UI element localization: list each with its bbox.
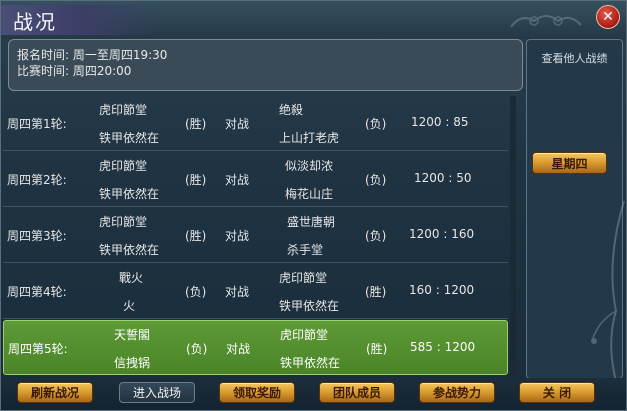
versus-label: 对战 <box>226 342 251 356</box>
left-result: (胜) <box>185 229 207 243</box>
match-score: 1200 : 160 <box>409 227 475 241</box>
match-score: 1200 : 50 <box>414 171 472 185</box>
left-team-name: 虎印節堂 <box>99 215 148 229</box>
bottom-action-bar: 刷新战况 进入战场 领取奖励 团队成员 参战势力 关 闭 <box>1 378 626 410</box>
cloud-ornament-icon <box>510 15 582 28</box>
round-label: 周四第3轮: <box>7 229 67 243</box>
left-team-leader: 信拽锅 <box>114 356 151 370</box>
day-thursday-button[interactable]: 星期四 <box>532 152 607 174</box>
claim-reward-button[interactable]: 领取奖励 <box>219 382 295 403</box>
right-team-leader: 杀手堂 <box>287 243 324 257</box>
plum-branch-decoration-icon <box>591 201 625 401</box>
right-team-name: 盛世唐朝 <box>287 215 336 229</box>
table-row[interactable]: 周四第3轮: 虎印節堂 铁甲依然在 (胜) 对战 盛世唐朝 杀手堂 (负) 12… <box>3 208 508 263</box>
table-row[interactable]: 周四第2轮: 虎印節堂 铁甲依然在 (胜) 对战 似淡却浓 梅花山庄 (负) 1… <box>3 152 508 207</box>
close-icon[interactable]: ✕ <box>596 5 620 29</box>
right-team-name: 绝殺 <box>279 103 304 117</box>
match-score: 160 : 1200 <box>409 283 475 297</box>
match-time-text: 比赛时间: 周四20:00 <box>17 64 132 78</box>
right-team-leader: 梅花山庄 <box>285 187 334 201</box>
table-row[interactable]: 周四第1轮: 虎印節堂 铁甲依然在 (胜) 对战 绝殺 上山打老虎 (负) 12… <box>3 96 508 151</box>
versus-label: 对战 <box>225 285 250 299</box>
window-title: 战况 <box>13 10 57 34</box>
right-result: (负) <box>365 173 387 187</box>
schedule-info-panel: 报名时间: 周一至周四19:30 比赛时间: 周四20:00 <box>8 39 523 91</box>
left-team-name: 天誓閣 <box>114 328 151 342</box>
enter-battlefield-button[interactable]: 进入战场 <box>119 382 195 403</box>
signup-time-text: 报名时间: 周一至周四19:30 <box>17 48 168 62</box>
left-team-name: 戰火 <box>119 271 144 285</box>
versus-label: 对战 <box>225 117 250 131</box>
title-bar: 战况 ✕ <box>1 1 626 39</box>
left-result: (负) <box>185 285 207 299</box>
round-label: 周四第4轮: <box>7 285 67 299</box>
match-score: 585 : 1200 <box>410 340 476 354</box>
right-team-leader: 铁甲依然在 <box>279 299 340 313</box>
scrollbar[interactable] <box>510 96 516 376</box>
view-others-record-link[interactable]: 查看他人战绩 <box>527 50 622 66</box>
left-team-leader: 铁甲依然在 <box>99 131 160 145</box>
right-team-name: 似淡却浓 <box>285 159 334 173</box>
table-row[interactable]: 周四第4轮: 戰火 火 (负) 对战 虎印節堂 铁甲依然在 (胜) 160 : … <box>3 264 508 319</box>
left-team-leader: 铁甲依然在 <box>99 243 160 257</box>
participating-factions-button[interactable]: 参战势力 <box>419 382 495 403</box>
right-result: (胜) <box>366 342 388 356</box>
match-score: 1200 : 85 <box>411 115 469 129</box>
refresh-status-button[interactable]: 刷新战况 <box>17 382 93 403</box>
left-result: (胜) <box>185 173 207 187</box>
left-team-leader: 火 <box>123 299 136 313</box>
match-list: 周四第1轮: 虎印節堂 铁甲依然在 (胜) 对战 绝殺 上山打老虎 (负) 12… <box>3 96 508 376</box>
right-team-leader: 铁甲依然在 <box>280 356 341 370</box>
round-label: 周四第1轮: <box>7 117 67 131</box>
team-members-button[interactable]: 团队成员 <box>319 382 395 403</box>
round-label: 周四第5轮: <box>8 342 68 356</box>
right-result: (负) <box>365 117 387 131</box>
round-label: 周四第2轮: <box>7 173 67 187</box>
table-row-highlighted[interactable]: 周四第5轮: 天誓閣 信拽锅 (负) 对战 虎印節堂 铁甲依然在 (胜) 585… <box>3 320 508 375</box>
right-team-name: 虎印節堂 <box>280 328 329 342</box>
versus-label: 对战 <box>225 229 250 243</box>
right-result: (胜) <box>365 285 387 299</box>
left-team-name: 虎印節堂 <box>99 103 148 117</box>
right-result: (负) <box>365 229 387 243</box>
close-button[interactable]: 关 闭 <box>519 382 595 403</box>
right-team-leader: 上山打老虎 <box>279 131 340 145</box>
left-result: (胜) <box>185 117 207 131</box>
versus-label: 对战 <box>225 173 250 187</box>
left-team-name: 虎印節堂 <box>99 159 148 173</box>
battle-status-window: 战况 ✕ 报名时间: 周一至周四19:30 比赛时间: 周四20:00 查看他人… <box>0 0 627 411</box>
left-team-leader: 铁甲依然在 <box>99 187 160 201</box>
right-team-name: 虎印節堂 <box>279 271 328 285</box>
left-result: (负) <box>186 342 208 356</box>
